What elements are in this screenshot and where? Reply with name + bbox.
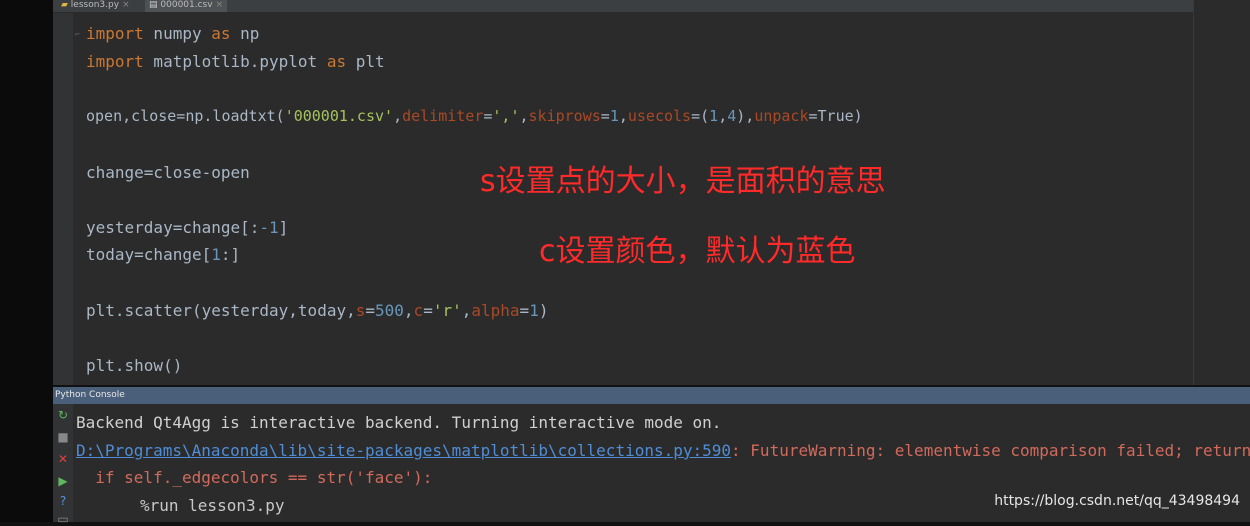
close-icon[interactable]: ✕ bbox=[56, 452, 70, 466]
code-line-1: import numpy as np bbox=[86, 24, 260, 43]
watermark-url: https://blog.csdn.net/qq_43498494 bbox=[994, 493, 1240, 509]
tab-lesson3-py[interactable]: ▰ lesson3.py × bbox=[57, 0, 134, 12]
run-icon[interactable]: ▶ bbox=[56, 474, 70, 488]
code-line-2: import matplotlib.pyplot as plt bbox=[86, 52, 385, 71]
console-toolbar: ↻ ■ ✕ ▶ ? ▭ bbox=[53, 404, 73, 526]
fold-icon: ⌐ bbox=[75, 30, 80, 39]
help-icon[interactable]: ? bbox=[56, 494, 70, 508]
right-scrollbar-area[interactable] bbox=[1193, 0, 1250, 385]
tab-000001-csv[interactable]: ▤ 000001.csv × bbox=[145, 0, 228, 12]
close-icon[interactable]: × bbox=[122, 0, 130, 10]
code-line-yesterday: yesterday=change[:-1] bbox=[86, 218, 289, 237]
text-file-icon: ▤ bbox=[149, 0, 158, 10]
tab-label: lesson3.py bbox=[70, 0, 120, 10]
code-editor[interactable]: ⌐ import numpy as np import matplotlib.p… bbox=[53, 13, 1194, 385]
rerun-icon[interactable]: ↻ bbox=[56, 408, 70, 422]
editor-gutter: ⌐ bbox=[53, 13, 80, 385]
warning-message: : FutureWarning: elementwise comparison … bbox=[731, 441, 1250, 460]
editor-tab-bar: ▰ lesson3.py × ▤ 000001.csv × bbox=[53, 0, 1194, 13]
code-line-scatter: plt.scatter(yesterday,today,s=500,c='r',… bbox=[86, 301, 549, 320]
python-console-header: Python Console bbox=[53, 387, 1250, 404]
source-file-link[interactable]: D:\Programs\Anaconda\lib\site-packages\m… bbox=[76, 441, 731, 460]
code-line-show: plt.show() bbox=[86, 356, 183, 375]
python-file-icon: ▰ bbox=[61, 0, 68, 10]
console-output-backend: Backend Qt4Agg is interactive backend. T… bbox=[76, 413, 722, 432]
console-run-command: %run lesson3.py bbox=[140, 496, 285, 515]
annotation-caption-color: c设置颜色，默认为蓝色 bbox=[539, 234, 856, 269]
left-edge bbox=[0, 0, 53, 522]
annotation-caption-size: s设置点的大小，是面积的意思 bbox=[480, 164, 886, 199]
code-line-loadtxt: open,close=np.loadtxt('000001.csv',delim… bbox=[86, 107, 863, 125]
stop-icon[interactable]: ■ bbox=[56, 430, 70, 444]
code-line-change: change=close-open bbox=[86, 163, 250, 182]
code-line-today: today=change[1:] bbox=[86, 245, 241, 264]
console-warning-line: D:\Programs\Anaconda\lib\site-packages\m… bbox=[76, 441, 1250, 460]
close-icon[interactable]: × bbox=[216, 0, 224, 10]
settings-icon[interactable]: ▭ bbox=[56, 512, 70, 526]
tab-label: 000001.csv bbox=[160, 0, 213, 10]
console-warning-source: if self._edgecolors == str('face'): bbox=[76, 468, 433, 487]
